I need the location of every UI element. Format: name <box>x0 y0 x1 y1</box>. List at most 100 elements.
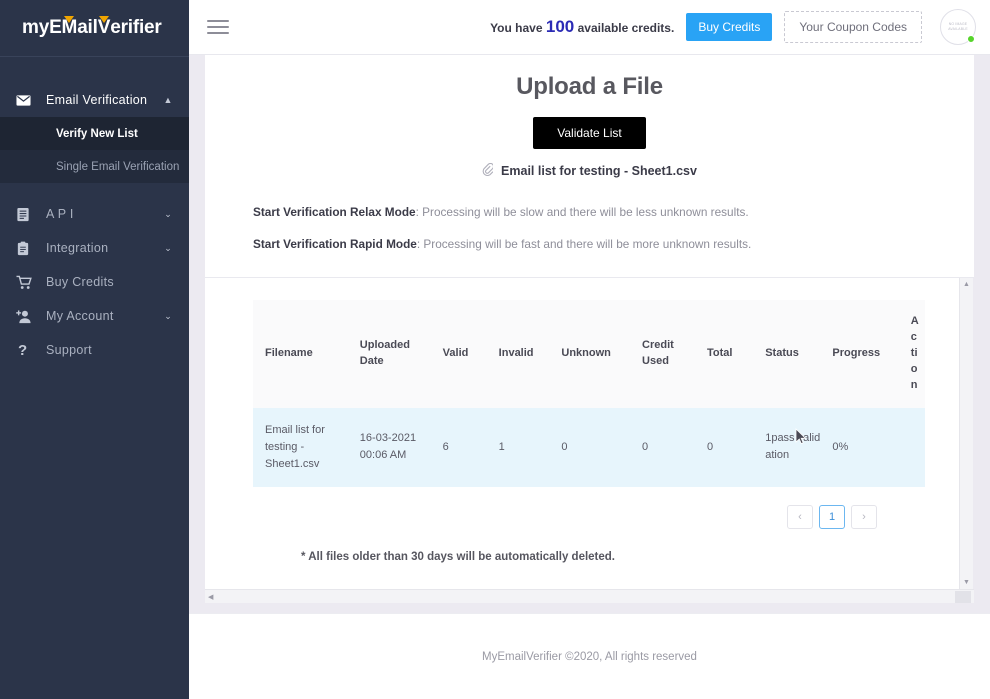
table-header-row: Filename Uploaded Date Valid Invalid Unk… <box>253 300 925 408</box>
chevron-down-icon[interactable]: ⌄ <box>163 311 173 322</box>
clipboard-icon <box>16 241 40 256</box>
th-status[interactable]: Status <box>759 300 826 408</box>
cart-icon <box>16 275 40 290</box>
scroll-down-arrow-icon[interactable]: ▼ <box>963 576 970 589</box>
th-action[interactable]: Action <box>905 300 925 408</box>
hamburger-icon[interactable] <box>207 16 229 38</box>
footer-copyright: MyEmailVerifier ©2020, All rights reserv… <box>482 650 697 663</box>
avatar[interactable]: NO IMAGE AVAILABLE <box>940 9 976 45</box>
buy-credits-button[interactable]: Buy Credits <box>686 13 773 41</box>
sidebar-item-my-account[interactable]: My Account ⌄ <box>0 299 189 333</box>
th-total[interactable]: Total <box>701 300 759 408</box>
sidebar-item-label: My Account <box>46 309 114 323</box>
pagination: ‹ 1 › <box>253 487 925 529</box>
scroll-left-arrow-icon[interactable]: ◀ <box>208 593 213 601</box>
cell-action[interactable] <box>905 408 925 487</box>
cell-status: 1pass validation <box>765 432 821 462</box>
table-horizontal-scrollbar[interactable]: ◀ <box>205 589 974 603</box>
pagination-prev-button[interactable]: ‹ <box>787 504 813 529</box>
mode-rapid-label: Start Verification Rapid Mode <box>253 237 417 251</box>
table-row[interactable]: Email list for testing - Sheet1.csv 16-0… <box>253 407 925 487</box>
sidebar: myEMailVerifier Email Verification ▲ Ver… <box>0 0 189 699</box>
cell-total: 0 <box>706 440 714 453</box>
envelope-icon <box>16 93 40 108</box>
th-valid[interactable]: Valid <box>437 300 493 408</box>
sidebar-subitem-label: Single Email Verification <box>56 160 180 173</box>
table-inner: Filename Uploaded Date Valid Invalid Unk… <box>205 278 973 563</box>
list-icon <box>16 207 40 222</box>
pagination-page-1[interactable]: 1 <box>819 504 845 529</box>
credits-count: 100 <box>545 17 575 36</box>
paperclip-icon <box>482 162 495 179</box>
th-credit-used[interactable]: Credit Used <box>636 300 701 408</box>
uploaded-file-name: Email list for testing - Sheet1.csv <box>501 164 697 178</box>
sidebar-nav: Email Verification ▲ Verify New List Sin… <box>0 57 189 367</box>
logo-container[interactable]: myEMailVerifier <box>0 0 189 56</box>
page-title: Upload a File <box>516 73 663 100</box>
sidebar-item-label: A P I <box>46 207 74 221</box>
sidebar-item-support[interactable]: ? Support <box>0 333 189 367</box>
credits-prefix: You have <box>490 21 543 35</box>
uploaded-file-line: Email list for testing - Sheet1.csv <box>205 162 974 179</box>
footer: MyEmailVerifier ©2020, All rights reserv… <box>189 613 990 699</box>
cell-valid: 6 <box>442 440 449 453</box>
table-head: Filename Uploaded Date Valid Invalid Unk… <box>253 300 925 408</box>
sidebar-subitem-verify-new-list[interactable]: Verify New List <box>0 117 189 150</box>
table-vertical-scrollbar[interactable]: ▲ ▼ <box>959 278 973 589</box>
credits-suffix: available credits. <box>577 21 675 35</box>
sidebar-item-buy-credits[interactable]: Buy Credits <box>0 265 189 299</box>
hscroll-thumb[interactable] <box>955 590 971 603</box>
app-root: myEMailVerifier Email Verification ▲ Ver… <box>0 0 990 699</box>
th-uploaded-date[interactable]: Uploaded Date <box>354 300 437 408</box>
table-scroll-region: Filename Uploaded Date Valid Invalid Unk… <box>205 278 974 589</box>
main-area: You have 100 available credits. Buy Cred… <box>189 0 990 699</box>
sidebar-subitem-single-email-verification[interactable]: Single Email Verification <box>0 150 189 183</box>
sidebar-item-integration[interactable]: Integration ⌄ <box>0 231 189 265</box>
scroll-up-arrow-icon[interactable]: ▲ <box>963 278 970 291</box>
app-logo: myEMailVerifier <box>22 17 162 38</box>
card-bottom-spacer <box>205 603 974 613</box>
sidebar-item-label: Email Verification <box>46 93 148 107</box>
sidebar-item-email-verification[interactable]: Email Verification ▲ <box>0 83 189 117</box>
cell-credit-used: 0 <box>642 440 649 453</box>
cell-invalid: 1 <box>498 440 505 453</box>
credits-text: You have 100 available credits. <box>490 17 674 37</box>
sidebar-item-label: Integration <box>46 241 109 255</box>
retention-note: * All files older than 30 days will be a… <box>301 550 616 563</box>
th-filename[interactable]: Filename <box>253 300 354 408</box>
th-progress[interactable]: Progress <box>826 300 904 408</box>
validate-list-button[interactable]: Validate List <box>533 117 646 149</box>
verification-modes: Start Verification Relax Mode: Processin… <box>205 179 974 269</box>
mode-relax-label: Start Verification Relax Mode <box>253 205 416 219</box>
th-invalid[interactable]: Invalid <box>493 300 556 408</box>
user-plus-icon <box>16 309 40 324</box>
status-online-dot <box>967 35 975 43</box>
mode-relax-desc: : Processing will be slow and there will… <box>415 205 749 219</box>
pagination-next-button[interactable]: › <box>851 504 877 529</box>
cell-filename: Email list for testing - Sheet1.csv <box>265 423 325 470</box>
sidebar-item-api[interactable]: A P I ⌄ <box>0 197 189 231</box>
mode-rapid-desc: : Processing will be fast and there will… <box>416 237 752 251</box>
content-area: Upload a File Validate List Email list f… <box>189 55 990 613</box>
cell-uploaded-date: 16-03-2021 00:06 AM <box>359 432 417 462</box>
upload-card: Upload a File Validate List Email list f… <box>205 55 974 603</box>
sidebar-item-label: Support <box>46 343 92 357</box>
sidebar-submenu: Verify New List Single Email Verificatio… <box>0 117 189 183</box>
sidebar-subitem-label: Verify New List <box>56 127 138 140</box>
avatar-placeholder-text: NO IMAGE AVAILABLE <box>948 21 968 31</box>
chevron-down-icon[interactable]: ⌄ <box>163 243 173 254</box>
th-unknown[interactable]: Unknown <box>555 300 636 408</box>
cell-unknown: 0 <box>561 440 568 453</box>
mode-rapid: Start Verification Rapid Mode: Processin… <box>253 237 974 251</box>
topbar: You have 100 available credits. Buy Cred… <box>189 0 990 55</box>
upload-header: Upload a File Validate List Email list f… <box>205 55 974 179</box>
cell-progress: 0% <box>832 440 849 453</box>
table-body: Email list for testing - Sheet1.csv 16-0… <box>253 407 925 487</box>
mode-relax: Start Verification Relax Mode: Processin… <box>253 205 974 219</box>
files-table: Filename Uploaded Date Valid Invalid Unk… <box>253 300 925 487</box>
chevron-down-icon[interactable]: ⌄ <box>163 209 173 220</box>
topbar-right: You have 100 available credits. Buy Cred… <box>490 9 976 45</box>
question-icon: ? <box>18 341 28 359</box>
chevron-up-icon[interactable]: ▲ <box>163 95 173 105</box>
coupon-codes-button[interactable]: Your Coupon Codes <box>784 11 922 43</box>
